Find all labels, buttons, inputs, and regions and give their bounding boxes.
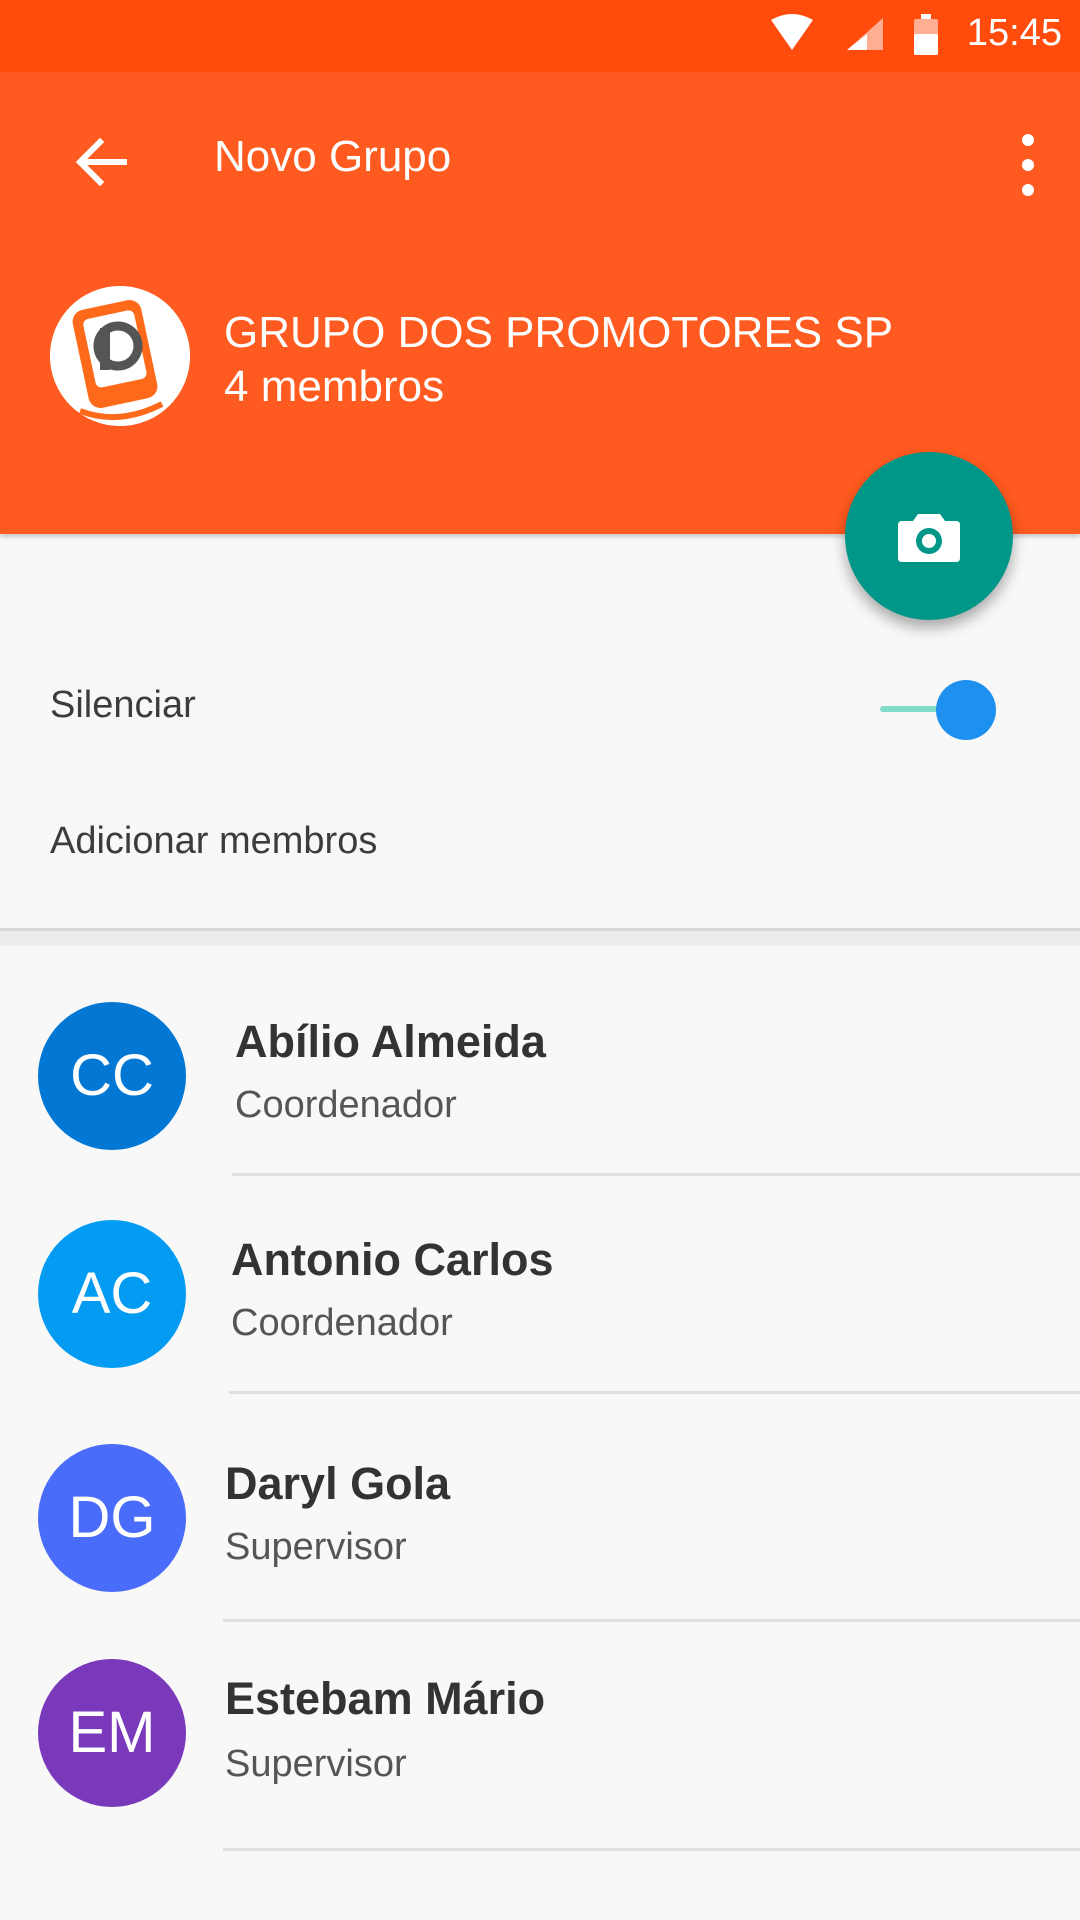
camera-button[interactable] <box>845 452 1013 620</box>
member-name: Estebam Mário <box>225 1673 546 1724</box>
member-name: Daryl Gola <box>225 1458 451 1509</box>
signal-icon <box>845 16 885 57</box>
more-vert-icon <box>1022 134 1034 196</box>
wifi-icon <box>769 14 815 57</box>
group-avatar[interactable] <box>50 286 190 426</box>
section-divider <box>0 928 1080 946</box>
member-avatar: EM <box>38 1659 186 1807</box>
member-divider <box>232 1173 1080 1176</box>
battery-icon <box>912 14 940 61</box>
camera-icon <box>898 514 960 562</box>
status-bar: 15:45 <box>0 0 1080 72</box>
member-avatar: AC <box>38 1220 186 1368</box>
status-time: 15:45 <box>966 12 1062 54</box>
member-avatar: CC <box>38 1002 186 1150</box>
member-name: Abílio Almeida <box>235 1016 546 1067</box>
add-members-button[interactable]: Adicionar membros <box>50 820 377 863</box>
member-divider <box>223 1848 1080 1851</box>
member-avatar: DG <box>38 1444 186 1592</box>
member-row[interactable]: CC Abílio Almeida Coordenador <box>0 980 1080 1198</box>
member-divider <box>223 1619 1080 1622</box>
group-name: GRUPO DOS PROMOTORES SP <box>224 308 894 357</box>
member-role: Coordenador <box>235 1084 457 1126</box>
toggle-thumb <box>936 680 996 740</box>
mute-label: Silenciar <box>50 684 196 726</box>
member-divider <box>229 1391 1080 1394</box>
overflow-menu-button[interactable] <box>1016 130 1040 200</box>
group-logo-icon <box>50 286 190 426</box>
member-row[interactable]: AC Antonio Carlos Coordenador <box>0 1198 1080 1416</box>
back-button[interactable] <box>70 130 134 194</box>
member-role: Supervisor <box>225 1526 407 1568</box>
group-members-count: 4 membros <box>224 362 445 411</box>
member-name: Antonio Carlos <box>231 1234 554 1285</box>
screen-title: Novo Grupo <box>214 132 452 181</box>
member-role: Supervisor <box>225 1743 407 1785</box>
member-row[interactable]: DG Daryl Gola Supervisor <box>0 1422 1080 1640</box>
member-row[interactable]: EM Estebam Mário Supervisor <box>0 1637 1080 1855</box>
arrow-left-icon <box>75 137 127 187</box>
mute-toggle[interactable] <box>880 680 1000 740</box>
member-role: Coordenador <box>231 1302 453 1344</box>
